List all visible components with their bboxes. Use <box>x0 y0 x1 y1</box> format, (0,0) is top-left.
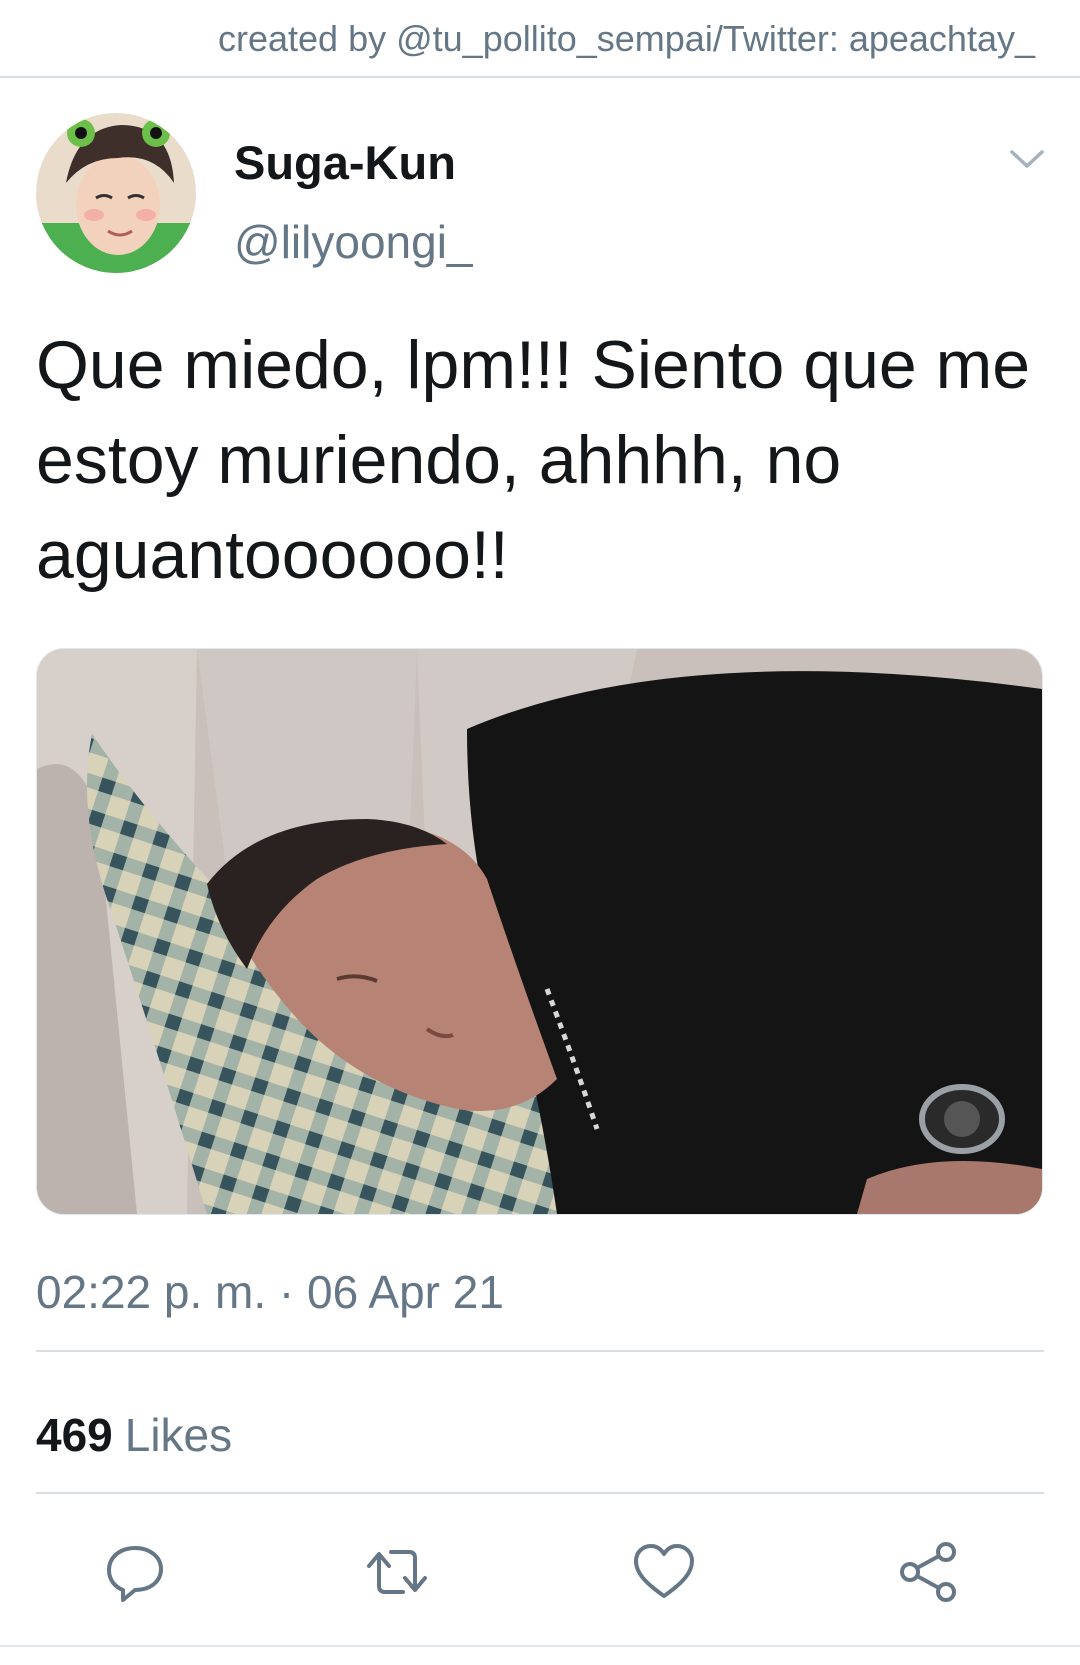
author-display-name[interactable]: Suga-Kun <box>234 135 456 190</box>
tweet-image[interactable] <box>36 648 1043 1215</box>
tweet-text: Que miedo, lpm!!! Siento que me estoy mu… <box>36 327 1031 593</box>
likes-count[interactable]: 469 Likes <box>36 1408 232 1462</box>
reply-icon[interactable] <box>103 1540 167 1604</box>
likes-label: Likes <box>124 1409 233 1461</box>
likes-number: 469 <box>36 1409 113 1461</box>
watermark-credit: created by @tu_pollito_sempai/Twitter: a… <box>218 18 1035 59</box>
avatar[interactable] <box>36 113 196 273</box>
header-divider <box>0 76 1080 78</box>
divider <box>36 1492 1044 1494</box>
retweet-icon[interactable] <box>365 1540 429 1604</box>
tweet-timestamp[interactable]: 02:22 p. m. · 06 Apr 21 <box>36 1265 504 1319</box>
share-icon[interactable] <box>896 1540 960 1604</box>
chevron-down-icon[interactable] <box>1008 144 1046 174</box>
author-handle[interactable]: @lilyoongi_ <box>234 215 473 269</box>
footer-divider <box>0 1645 1080 1647</box>
divider <box>36 1350 1044 1352</box>
heart-icon[interactable] <box>632 1540 696 1604</box>
